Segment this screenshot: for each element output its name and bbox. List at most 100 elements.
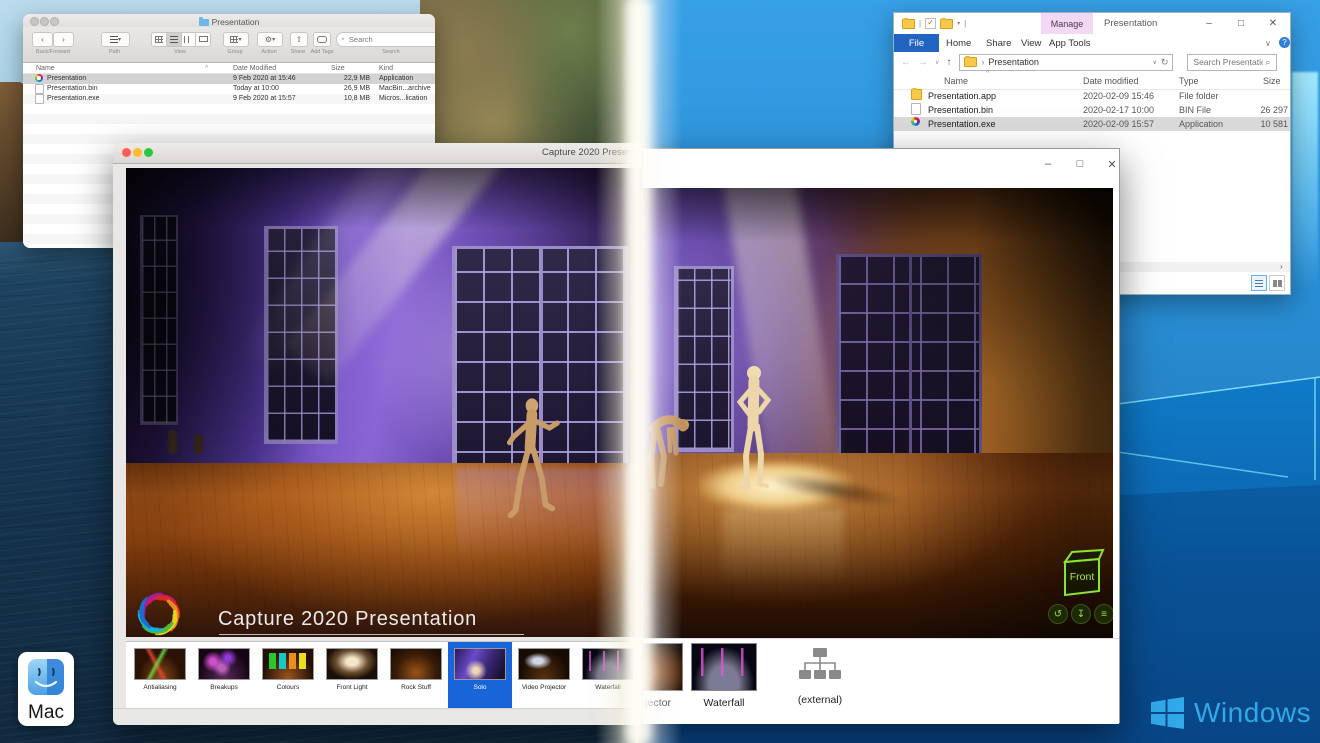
tab-app-tools[interactable]: App Tools xyxy=(1049,34,1091,52)
group-button[interactable]: ▾ xyxy=(223,32,249,47)
menu-icon[interactable]: ≡ xyxy=(1094,604,1113,624)
capture-app-icon xyxy=(35,74,43,82)
forward-button[interactable]: → xyxy=(918,57,928,68)
tab-view[interactable]: View xyxy=(1021,34,1041,52)
column-header-type[interactable]: Type xyxy=(1179,76,1199,86)
tab-home[interactable]: Home xyxy=(946,34,971,52)
back-button[interactable]: ← xyxy=(901,57,911,68)
floor-reflection xyxy=(723,508,843,598)
column-header-size[interactable]: Size xyxy=(1263,76,1281,86)
scene-thumbnail[interactable]: Waterfall xyxy=(691,639,757,709)
scene-thumbnail[interactable]: Antialiasing xyxy=(131,642,189,709)
scroll-right-icon[interactable]: › xyxy=(1280,262,1283,271)
properties-check-icon[interactable]: ✓ xyxy=(925,18,937,29)
explorer-search-box[interactable]: ⌕ xyxy=(1187,53,1278,71)
new-folder-icon[interactable] xyxy=(940,17,954,29)
minimize-button[interactable]: – xyxy=(1035,155,1061,173)
scene-thumbnail[interactable]: Breakups xyxy=(195,642,253,709)
finder-toolbar: ‹ › Back/Forward ▾ Path View ▾ Group ⚙ ▾ … xyxy=(23,27,435,63)
minimize-icon[interactable] xyxy=(133,148,142,157)
win-app-titlebar[interactable]: – □ ✕ xyxy=(643,149,1119,179)
scene-thumbnail[interactable]: Video Projector xyxy=(515,642,573,709)
recent-locations-icon[interactable]: ∨ xyxy=(935,59,939,66)
scene-thumbnail[interactable]: Projector xyxy=(643,639,683,709)
ribbon-collapse-icon[interactable]: ∨ xyxy=(1265,39,1271,48)
capture-app-window-windows[interactable]: – □ ✕ Front ↺ ↧ ≡ jector Waterfall (exte… xyxy=(642,148,1120,724)
column-header-date[interactable]: Date modified xyxy=(1083,76,1139,86)
folder-icon[interactable] xyxy=(902,17,915,29)
address-dropdown-icon[interactable]: ∨ xyxy=(1152,59,1156,66)
minimize-button[interactable]: – xyxy=(1197,15,1221,32)
quick-access-toolbar[interactable]: | ✓ ▾ | xyxy=(902,17,966,29)
action-button[interactable]: ⚙ ▾ xyxy=(257,32,283,47)
breadcrumb[interactable]: Presentation xyxy=(988,57,1039,67)
column-header-name[interactable]: Name xyxy=(36,65,55,72)
explorer-titlebar[interactable]: | ✓ ▾ | Manage Presentation – □ ✕ xyxy=(894,13,1290,34)
table-row[interactable]: Presentation.bin Today at 10:00 26,9 MB Ma… xyxy=(23,84,435,94)
windows-label: Windows xyxy=(1194,697,1312,728)
list-view-icon[interactable] xyxy=(166,33,182,46)
manage-contextual-tab[interactable]: Manage xyxy=(1041,13,1093,34)
windows-logo-icon xyxy=(1151,697,1184,729)
close-button[interactable]: ✕ xyxy=(1261,15,1285,32)
details-view-toggle[interactable] xyxy=(1251,275,1267,291)
address-box[interactable]: › Presentation ∨ ↻ xyxy=(959,53,1174,71)
table-row[interactable]: Presentation 9 Feb 2020 at 15:46 22,9 MB A… xyxy=(23,74,435,84)
share-button[interactable]: ⇧ xyxy=(290,32,308,47)
stage-render-viewport-windows[interactable]: Front ↺ ↧ ≡ xyxy=(643,188,1113,638)
close-icon[interactable] xyxy=(122,148,131,157)
orbit-icon[interactable]: ↺ xyxy=(1048,604,1068,624)
scene-thumbnail[interactable]: Colours xyxy=(259,642,317,709)
column-header-size[interactable]: Size xyxy=(331,65,345,72)
column-view-icon[interactable] xyxy=(182,33,197,46)
tab-file[interactable]: File xyxy=(894,34,939,52)
pan-icon[interactable]: ↧ xyxy=(1071,604,1091,624)
zoom-icon[interactable] xyxy=(144,148,153,157)
stage-render-viewport-mac[interactable]: Capture 2020 Presentation March 2020 Cha… xyxy=(126,168,642,637)
explorer-column-headers: Name ^ Date modified Type Size xyxy=(894,70,1290,90)
folder-icon xyxy=(964,56,978,67)
thumbnail-view-toggle[interactable] xyxy=(1269,275,1285,291)
column-header-name[interactable]: Name xyxy=(944,76,968,86)
path-button[interactable]: ▾ xyxy=(101,32,130,47)
column-header-date[interactable]: Date Modified xyxy=(233,65,276,72)
table-row[interactable]: Presentation.app 2020-02-09 15:46 File fo… xyxy=(894,88,1290,103)
add-tags-button[interactable] xyxy=(313,32,331,47)
view-segmented-control[interactable] xyxy=(151,32,211,47)
search-input[interactable] xyxy=(346,34,435,45)
icon-view-icon[interactable] xyxy=(152,33,167,46)
table-row-selected[interactable]: Presentation.exe 2020-02-09 15:57 Applica… xyxy=(894,117,1290,131)
back-forward-label: Back/Forward xyxy=(36,49,70,55)
mac-app-titlebar[interactable]: Capture 2020 Presentation xyxy=(113,143,642,164)
search-input[interactable] xyxy=(1191,56,1266,68)
window-divider xyxy=(909,257,912,459)
table-row[interactable]: Presentation.bin 2020-02-17 10:00 BIN Fil… xyxy=(894,103,1290,117)
svg-text:Front: Front xyxy=(1070,571,1095,583)
up-button[interactable]: ↑ xyxy=(946,57,951,68)
back-button[interactable]: ‹ xyxy=(32,32,53,47)
scene-thumbnail-external[interactable]: (external) xyxy=(777,639,863,706)
close-button[interactable]: ✕ xyxy=(1099,155,1125,173)
capture-app-window-mac[interactable]: Capture 2020 Presentation xyxy=(113,143,642,725)
scene-thumbnail-selected[interactable]: Solo xyxy=(448,642,512,709)
tab-share[interactable]: Share xyxy=(986,34,1011,52)
help-icon[interactable]: ? xyxy=(1279,37,1290,48)
table-row[interactable]: Presentation.exe 9 Feb 2020 at 15:57 10,8… xyxy=(23,94,435,104)
scene-thumbnail[interactable]: Rock Stuff xyxy=(387,642,445,709)
mannequin-dancer xyxy=(498,396,562,529)
column-header-kind[interactable]: Kind xyxy=(379,65,393,72)
refresh-icon[interactable]: ↻ xyxy=(1161,57,1169,68)
view-cube[interactable]: Front xyxy=(1053,548,1105,600)
gallery-view-icon[interactable] xyxy=(196,33,210,46)
finder-titlebar[interactable]: Presentation xyxy=(23,14,435,27)
windows-platform-brand: Windows xyxy=(1150,690,1320,736)
scene-thumbnail[interactable]: Front Light xyxy=(323,642,381,709)
explorer-window-title: Presentation xyxy=(1104,18,1158,29)
qat-dropdown-icon[interactable]: ▾ xyxy=(957,20,960,27)
forward-button[interactable]: › xyxy=(53,32,74,47)
maximize-button[interactable]: □ xyxy=(1067,155,1093,173)
maximize-button[interactable]: □ xyxy=(1229,15,1253,32)
scene-thumbnail[interactable]: Waterfall xyxy=(579,642,637,709)
finder-search-field[interactable]: ⌕ xyxy=(336,32,435,47)
mannequin-bent-over xyxy=(643,398,695,495)
